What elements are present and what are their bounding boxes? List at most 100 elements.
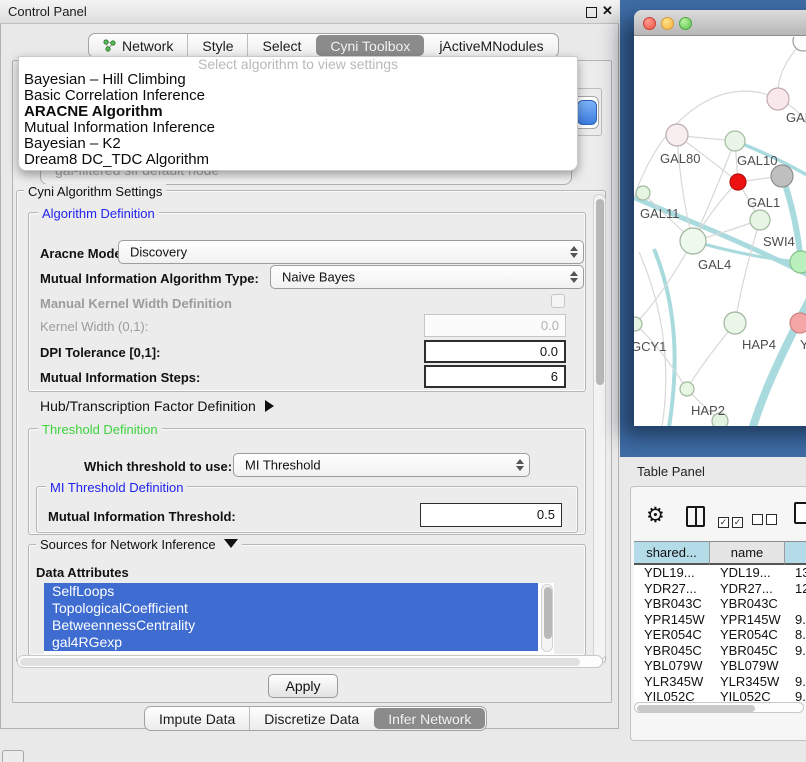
- tab-network[interactable]: Network: [89, 34, 187, 57]
- algorithm-option-aracne-algorithm[interactable]: ARACNE Algorithm: [19, 104, 577, 120]
- network-window-titlebar[interactable]: [634, 10, 806, 36]
- export-table-icon[interactable]: [794, 502, 806, 524]
- node-gray-node[interactable]: [771, 165, 793, 187]
- data-attributes-list[interactable]: SelfLoopsTopologicalCoefficientBetweenne…: [44, 583, 554, 654]
- table-row[interactable]: YPR145WYPR145W9.: [634, 612, 806, 628]
- minimize-traffic-light[interactable]: [661, 17, 674, 30]
- table-hscrollbar-thumb[interactable]: [637, 705, 755, 712]
- attribute-item-selfloops[interactable]: SelfLoops: [44, 583, 538, 600]
- manual-kernel-checkbox[interactable]: [551, 294, 565, 308]
- attributes-scrollbar-thumb[interactable]: [544, 587, 552, 639]
- control-panel-title: Control Panel: [8, 4, 87, 19]
- tab-label: Discretize Data: [264, 711, 359, 727]
- data-attributes-label: Data Attributes: [36, 565, 129, 580]
- settings-vertical-scrollbar[interactable]: [593, 194, 606, 660]
- algorithm-option-bayesian-hill-climbing[interactable]: Bayesian – Hill Climbing: [19, 72, 577, 88]
- column-header-clipped[interactable]: [785, 541, 806, 565]
- control-panel-titlebar: Control Panel ✕: [0, 0, 619, 24]
- float-window-icon[interactable]: [586, 7, 597, 18]
- aracne-mode-label: Aracne Mode:: [40, 246, 126, 261]
- dpi-tolerance-field[interactable]: 0.0: [424, 340, 566, 363]
- gear-icon[interactable]: ⚙: [646, 503, 665, 528]
- table-row[interactable]: YDR27...YDR27...12: [634, 581, 806, 597]
- mi-steps-field[interactable]: 6: [424, 365, 566, 388]
- which-threshold-value: MI Threshold: [245, 458, 321, 473]
- attributes-scrollbar[interactable]: [541, 584, 553, 652]
- zoom-traffic-light[interactable]: [679, 17, 692, 30]
- node-label-gal4: GAL4: [698, 257, 731, 272]
- table-row[interactable]: YBL079WYBL079W: [634, 658, 806, 674]
- select-all-columns-icon[interactable]: ✓✓: [718, 512, 743, 530]
- table-cell: 9.: [785, 643, 806, 659]
- network-edge: [654, 249, 675, 426]
- deselect-all-columns-icon[interactable]: [752, 512, 777, 530]
- close-icon[interactable]: ✕: [602, 3, 613, 19]
- table-row[interactable]: YBR045CYBR045C9.: [634, 643, 806, 659]
- tab-cyni-toolbox[interactable]: Cyni Toolbox: [316, 35, 424, 56]
- node-SWI4[interactable]: [790, 251, 806, 273]
- apply-button[interactable]: Apply: [268, 674, 338, 698]
- node-HAP2[interactable]: [680, 382, 694, 396]
- settings-hscrollbar-thumb[interactable]: [20, 658, 580, 666]
- tab-label: Style: [202, 38, 233, 54]
- mi-threshold-field[interactable]: 0.5: [420, 503, 562, 527]
- close-traffic-light[interactable]: [643, 17, 656, 30]
- table-cell: YIL052C: [634, 689, 710, 702]
- mi-type-value: Naive Bayes: [282, 270, 355, 285]
- network-edge: [635, 324, 687, 389]
- algorithm-option-bayesian-k2[interactable]: Bayesian – K2: [19, 136, 577, 152]
- mi-type-combo[interactable]: Naive Bayes: [270, 265, 584, 289]
- node-pink-top[interactable]: [767, 88, 789, 110]
- tab-discretize-data[interactable]: Discretize Data: [249, 707, 373, 730]
- mi-threshold-label: Mutual Information Threshold:: [48, 509, 236, 524]
- table-horizontal-scrollbar[interactable]: [634, 702, 804, 713]
- split-columns-icon[interactable]: [686, 506, 705, 527]
- column-header-shared[interactable]: shared...: [634, 541, 710, 565]
- node-HAP4[interactable]: [724, 312, 746, 334]
- tab-style[interactable]: Style: [187, 34, 247, 57]
- aracne-mode-combo[interactable]: Discovery: [118, 240, 584, 264]
- algorithm-option-mutual-information-inference[interactable]: Mutual Information Inference: [19, 120, 577, 136]
- node-salmon[interactable]: [790, 313, 806, 333]
- node-GAL11[interactable]: [636, 186, 650, 200]
- attribute-item-topologicalcoefficient[interactable]: TopologicalCoefficient: [44, 600, 538, 617]
- settings-horizontal-scrollbar[interactable]: [17, 655, 603, 668]
- node-label-gcy1: GCY1: [634, 339, 666, 354]
- attribute-item-betweennesscentrality[interactable]: BetweennessCentrality: [44, 617, 538, 634]
- mini-toolbar-button[interactable]: [2, 750, 24, 762]
- node-GAL1[interactable]: [750, 210, 770, 230]
- node-red-node[interactable]: [730, 174, 746, 190]
- table-row[interactable]: YIL052CYIL052C9.: [634, 689, 806, 702]
- tab-jactivemnodules[interactable]: jActiveMNodules: [425, 34, 557, 57]
- combo-spinner-icon: [569, 271, 577, 283]
- settings-scrollbar-thumb[interactable]: [596, 199, 604, 385]
- table-row[interactable]: YBR043CYBR043C: [634, 596, 806, 612]
- network-canvas[interactable]: GALGAL80GAL10GAL1GAL11SWI4GAL4GCY1HAP4YH…: [634, 37, 806, 426]
- column-header-name[interactable]: name: [710, 541, 785, 565]
- table-row[interactable]: YLR345WYLR345W9.: [634, 674, 806, 690]
- tab-select[interactable]: Select: [247, 34, 315, 57]
- tab-impute-data[interactable]: Impute Data: [145, 707, 249, 730]
- node-GAL80[interactable]: [666, 124, 688, 146]
- manual-kernel-label: Manual Kernel Width Definition: [40, 296, 232, 311]
- node-GAL4[interactable]: [680, 228, 706, 254]
- kernel-width-field[interactable]: 0.0: [424, 314, 566, 337]
- algorithm-option-dream8-dc-tdc-algorithm[interactable]: Dream8 DC_TDC Algorithm: [19, 152, 577, 168]
- network-view-window: GALGAL80GAL10GAL1GAL11SWI4GAL4GCY1HAP4YH…: [634, 10, 806, 426]
- algorithm-option-basic-correlation-inference[interactable]: Basic Correlation Inference: [19, 88, 577, 104]
- tab-infer-network[interactable]: Infer Network: [374, 708, 485, 729]
- attribute-item-gal4rgexp[interactable]: gal4RGexp: [44, 634, 538, 651]
- combo-spinner-icon: [569, 246, 577, 258]
- node-label-gal1: GAL1: [747, 195, 780, 210]
- node-GAL10[interactable]: [725, 131, 745, 151]
- network-graph[interactable]: GALGAL80GAL10GAL1GAL11SWI4GAL4GCY1HAP4YH…: [634, 37, 806, 426]
- sources-expander[interactable]: Sources for Network Inference: [36, 537, 242, 552]
- which-threshold-combo[interactable]: MI Threshold: [233, 453, 530, 477]
- node-GCY1[interactable]: [634, 317, 642, 331]
- combo-spinner-focused[interactable]: [577, 100, 597, 125]
- table-cell: YBR045C: [634, 643, 710, 659]
- hub-definition-expander[interactable]: Hub/Transcription Factor Definition: [40, 398, 274, 414]
- table-row[interactable]: YDL19...YDL19...13: [634, 565, 806, 581]
- node-white-top[interactable]: [793, 37, 806, 51]
- table-row[interactable]: YER054CYER054C8.: [634, 627, 806, 643]
